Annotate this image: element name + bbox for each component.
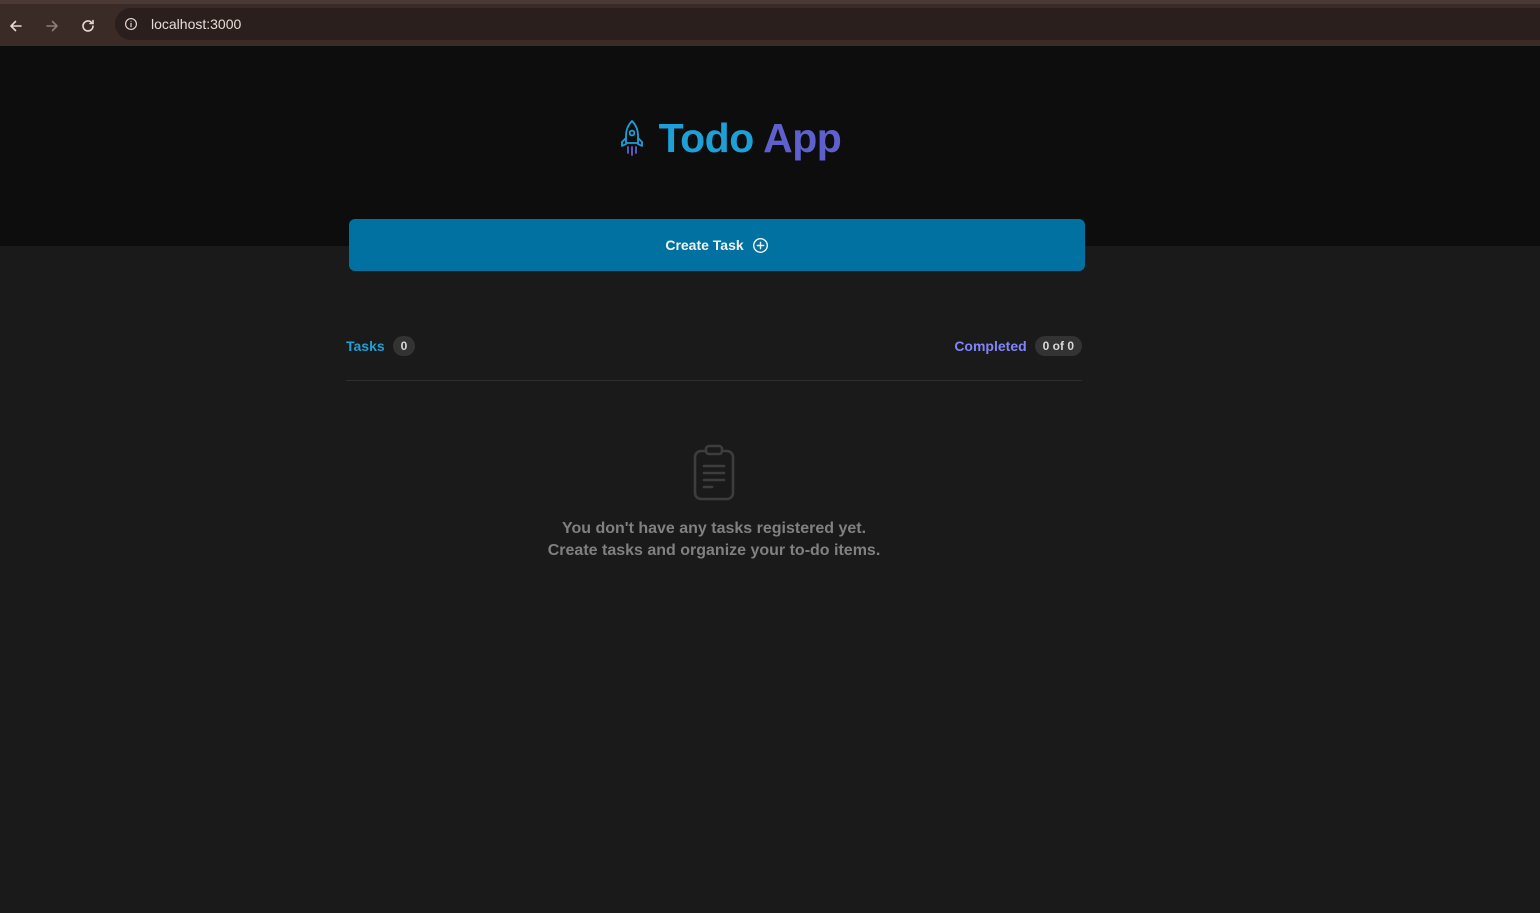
create-task-label: Create Task <box>665 237 744 253</box>
completed-label: Completed <box>954 338 1027 354</box>
task-counters: Tasks 0 Completed 0 of 0 <box>346 336 1082 358</box>
completed-count-badge: 0 of 0 <box>1034 336 1082 356</box>
tasks-counter: Tasks 0 <box>346 336 416 356</box>
reload-icon <box>82 19 94 32</box>
empty-message-line2: Create tasks and organize your to-do ite… <box>547 542 881 559</box>
info-icon[interactable] <box>121 14 141 34</box>
clipboard-icon <box>693 444 735 501</box>
create-task-button[interactable]: Create Task <box>349 219 1085 271</box>
address-bar[interactable]: localhost:3000 <box>115 8 1540 40</box>
empty-message-line1: You don't have any tasks registered yet. <box>561 520 867 537</box>
reload-button[interactable] <box>74 12 102 40</box>
app-title-todo: Todo <box>658 115 755 161</box>
url-text: localhost:3000 <box>151 16 242 32</box>
arrow-left-icon <box>10 20 22 32</box>
completed-counter: Completed 0 of 0 <box>954 336 1082 356</box>
tasks-count-badge: 0 <box>392 336 416 356</box>
tasks-label: Tasks <box>346 338 385 354</box>
rocket-icon <box>620 119 643 156</box>
list-divider <box>346 380 1082 381</box>
plus-circle-icon <box>752 237 768 253</box>
app-title-app: App <box>763 115 842 161</box>
app-title: Todo App <box>659 118 842 159</box>
back-button[interactable] <box>2 12 30 40</box>
browser-toolbar: localhost:3000 <box>0 0 1540 46</box>
empty-state: You don't have any tasks registered yet.… <box>346 444 1082 562</box>
app-logo: Todo App <box>0 118 1540 159</box>
arrow-right-icon <box>46 20 58 32</box>
forward-button[interactable] <box>38 12 66 40</box>
